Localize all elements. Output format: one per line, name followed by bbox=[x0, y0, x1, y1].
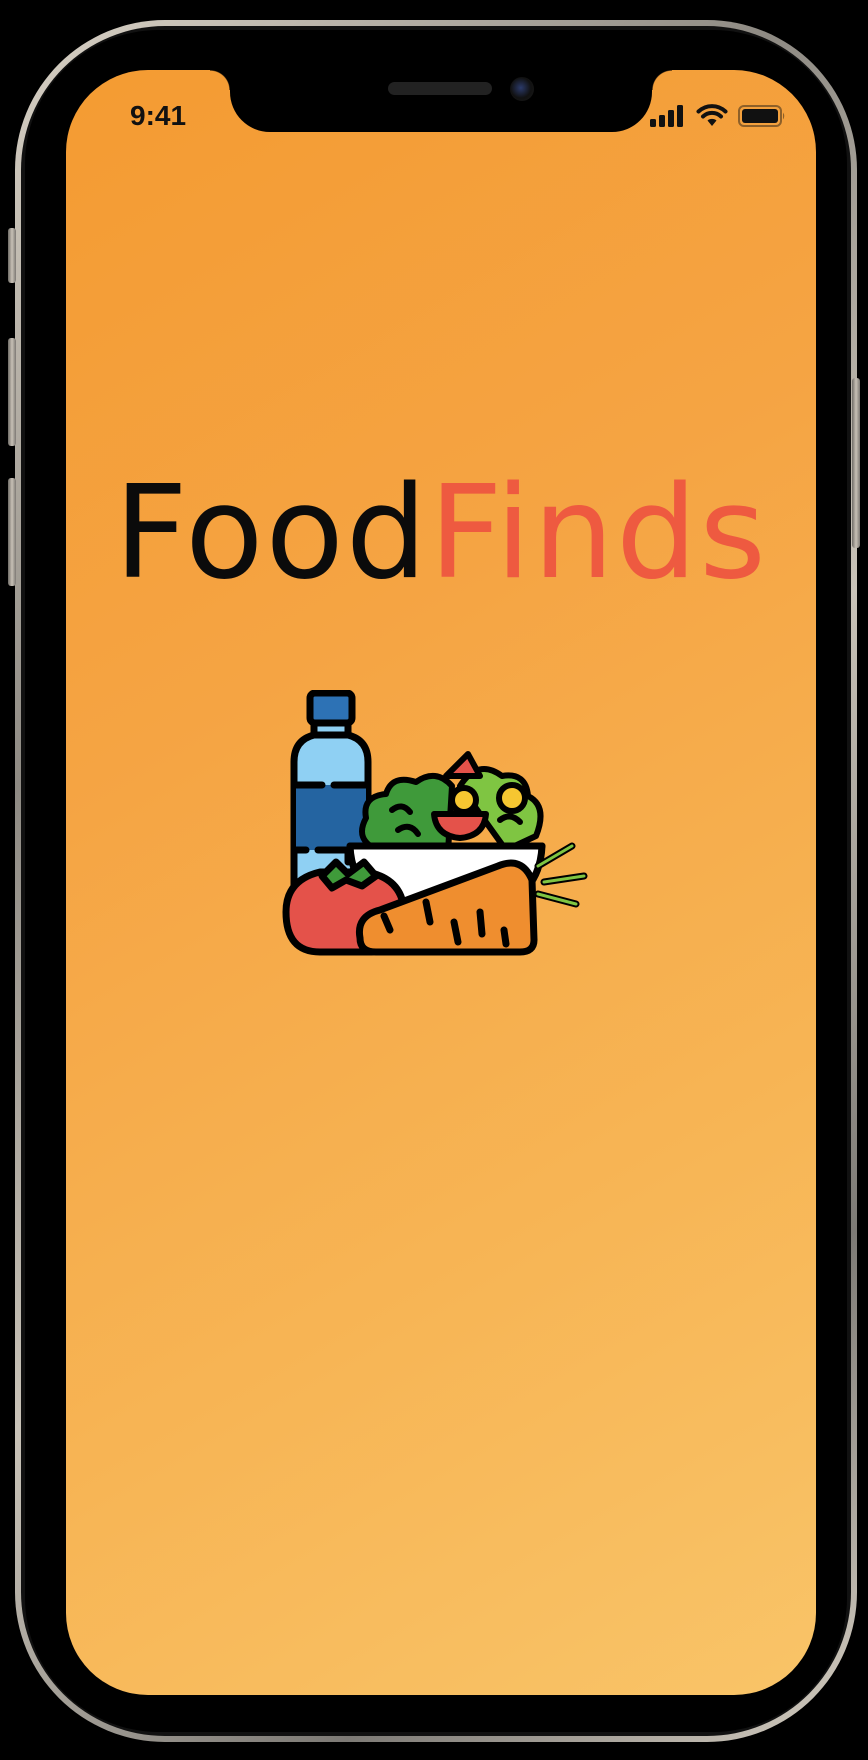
camera-icon bbox=[510, 77, 534, 101]
volume-down-button bbox=[8, 478, 16, 586]
app-title: FoodFinds bbox=[66, 470, 816, 598]
notch bbox=[210, 70, 672, 132]
status-icons bbox=[650, 104, 786, 128]
cellular-signal-icon bbox=[650, 105, 683, 127]
wifi-icon bbox=[696, 104, 728, 126]
power-button bbox=[852, 378, 860, 548]
status-time: 9:41 bbox=[130, 100, 187, 131]
splash-screen: 9:41 FoodFinds bbox=[66, 70, 816, 1695]
volume-up-button bbox=[8, 338, 16, 446]
app-title-part-1: Food bbox=[114, 459, 429, 608]
mute-switch bbox=[8, 228, 16, 283]
app-title-part-2: Finds bbox=[429, 459, 768, 608]
battery-icon bbox=[738, 105, 785, 127]
salad-greens-icon bbox=[359, 751, 544, 855]
speaker-grille bbox=[388, 82, 492, 95]
groceries-illustration bbox=[276, 689, 596, 985]
groceries-icon bbox=[282, 689, 588, 956]
